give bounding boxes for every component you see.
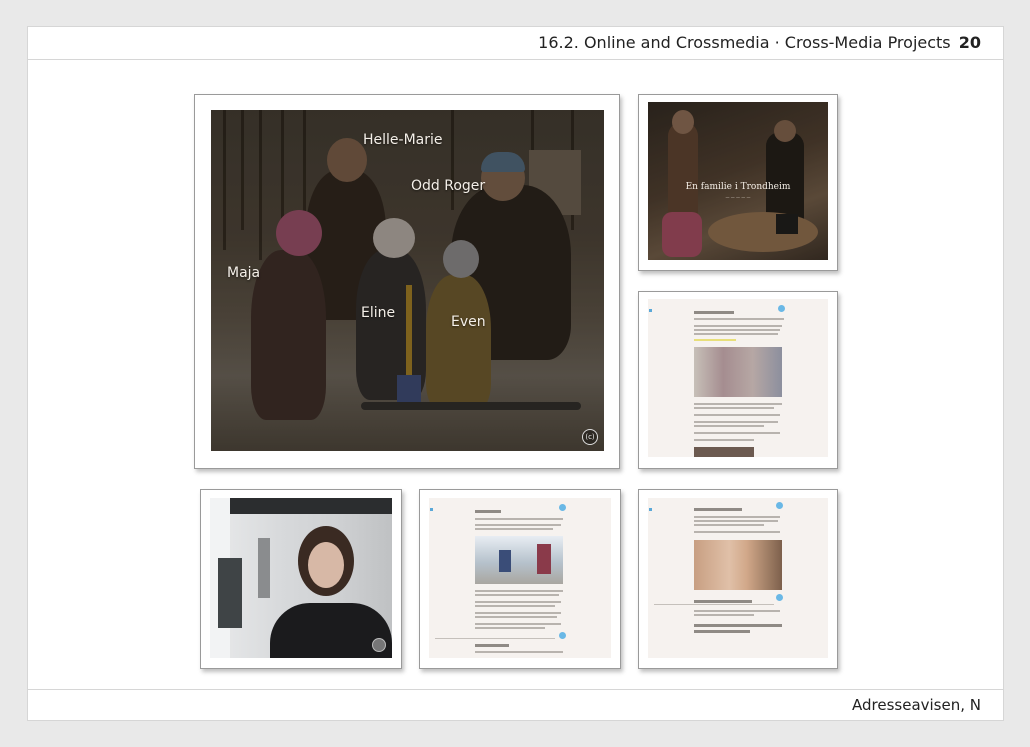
header-running-title: 16.2. Online and Crossmedia · Cross-Medi… [538,33,981,52]
kitchen-photo: En familie i Trondheim — — — — — [648,102,828,260]
family-photo: Helle-Marie Odd Roger Maja Eline Even (c… [211,110,604,451]
article-page-1-card [638,291,838,469]
info-dot-icon [778,305,785,312]
name-label-maja: Maja [227,265,261,281]
article-page-3 [648,498,828,658]
name-label-odd-roger: Odd Roger [411,178,486,194]
kitchen-frame-subtitle: — — — — — [725,195,751,200]
page-header: 16.2. Online and Crossmedia · Cross-Medi… [28,27,1003,60]
article-page-3-card [638,489,838,669]
kitchen-frame-title: En familie i Trondheim [685,182,791,192]
video-play-icon[interactable] [372,638,386,652]
source-credit: Adresseavisen, N [852,696,981,714]
kitchen-frame-card: En familie i Trondheim — — — — — [638,94,838,271]
copyright-badge-icon: (c) [582,429,598,445]
video-still [210,498,392,658]
name-label-helle-marie: Helle-Marie [363,132,443,148]
article-page-2 [429,498,611,658]
info-dot-icon [776,502,783,509]
article-page-1 [648,299,828,457]
page-footer: Adresseavisen, N [28,689,1003,720]
page-number: 20 [958,33,981,52]
info-dot-icon [559,504,566,511]
name-label-even: Even [451,314,486,330]
video-still-card [200,489,402,669]
book-page: 16.2. Online and Crossmedia · Cross-Medi… [27,26,1004,721]
info-dot-icon [776,594,783,601]
family-photo-card: Helle-Marie Odd Roger Maja Eline Even (c… [194,94,620,469]
section-title: 16.2. Online and Crossmedia · Cross-Medi… [538,33,951,52]
name-label-eline: Eline [361,305,396,321]
article-page-2-card [419,489,621,669]
info-dot-icon [559,632,566,639]
